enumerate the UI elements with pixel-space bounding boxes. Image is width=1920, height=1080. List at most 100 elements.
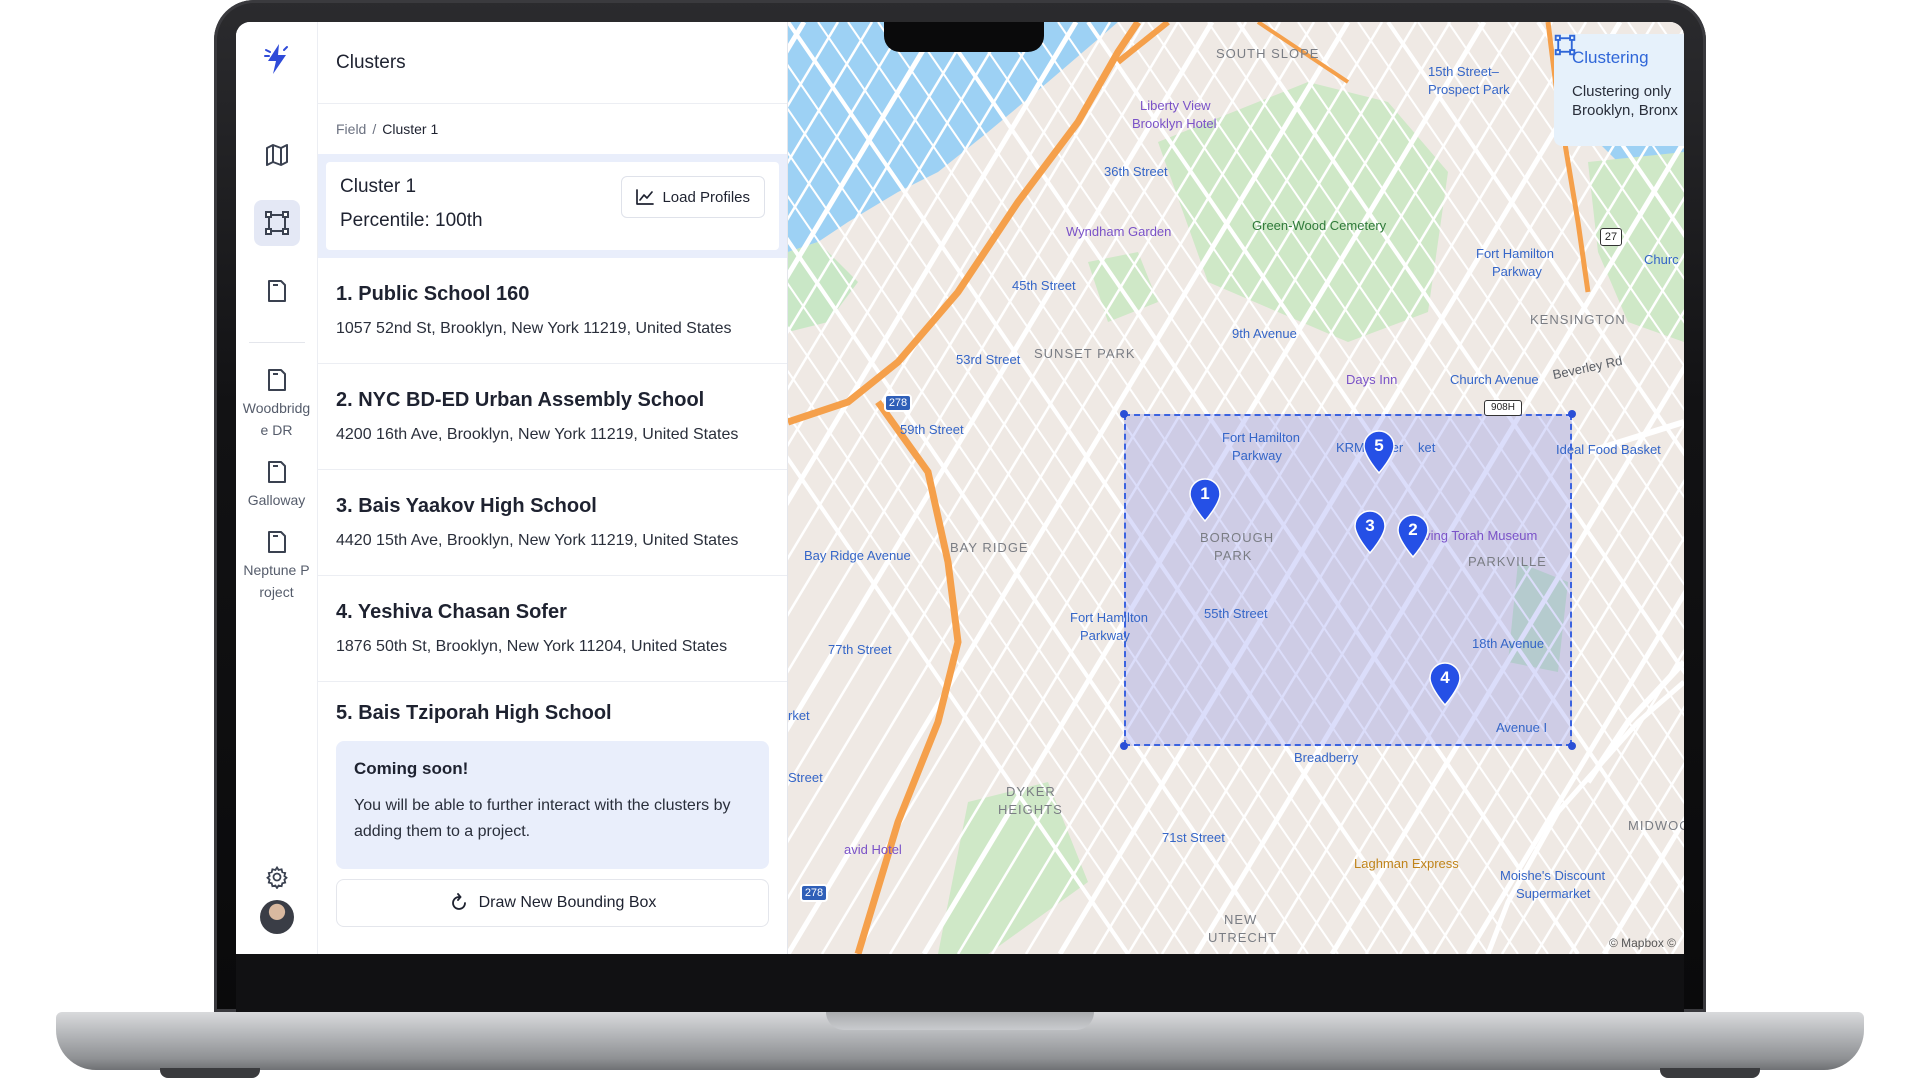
map-label: avid Hotel [844, 842, 902, 857]
map-label: UTRECHT [1208, 930, 1278, 945]
map-label: SUNSET PARK [1034, 346, 1136, 361]
map-label: Days Inn [1346, 372, 1398, 387]
clusters-nav-button[interactable] [253, 200, 300, 246]
map-label: ket [1418, 440, 1436, 455]
school-item[interactable]: 2. NYC BD-ED Urban Assembly School 4200 … [318, 364, 787, 470]
notice-body: You will be able to further interact wit… [354, 797, 731, 840]
map-label: KENSINGTON [1530, 312, 1626, 327]
bbox-handle[interactable] [1120, 742, 1128, 750]
map-pin[interactable]: 4 [1428, 662, 1462, 706]
breadcrumb: Field / Cluster 1 [318, 104, 787, 154]
map-label: Breadberry [1294, 750, 1359, 765]
map-label: Living Torah Museum [1414, 528, 1538, 543]
load-profiles-button[interactable]: Load Profiles [621, 176, 765, 218]
coming-soon-notice: Coming soon! You will be able to further… [336, 741, 769, 869]
cluster-summary: Cluster 1 Percentile: 100th Load Profile… [326, 162, 779, 250]
map-label: Parkway [1492, 264, 1542, 279]
map-view[interactable]: SOUTH SLOPE Liberty View Brooklyn Hotel … [788, 22, 1684, 954]
bbox-handle[interactable] [1568, 742, 1576, 750]
map-label: 15th Street– [1428, 64, 1499, 79]
folder-icon [267, 531, 286, 553]
breadcrumb-root[interactable]: Field [336, 121, 366, 137]
school-name: 2. NYC BD-ED Urban Assembly School [336, 389, 705, 411]
map-label: SOUTH SLOPE [1216, 46, 1320, 61]
map-pin[interactable]: 2 [1396, 514, 1430, 558]
breadcrumb-current: Cluster 1 [382, 121, 439, 137]
school-item[interactable]: 4. Yeshiva Chasan Sofer 1876 50th St, Br… [318, 576, 787, 682]
map-label: Laghman Express [1354, 856, 1459, 871]
map-label: Green-Wood Cemetery [1252, 218, 1387, 233]
camera-notch [884, 22, 1044, 52]
bbox-handle[interactable] [1568, 410, 1576, 418]
map-icon [265, 144, 288, 166]
load-profiles-label: Load Profiles [662, 188, 750, 206]
project-neptune[interactable]: Neptune Project [236, 529, 318, 603]
route-shield: 278 [884, 394, 912, 412]
map-label: Bay Ridge Avenue [804, 548, 911, 563]
cluster-card: Cluster 1 Percentile: 100th Load Profile… [318, 154, 787, 258]
map-label: 59th Street [900, 422, 964, 437]
project-galloway[interactable]: Galloway [236, 459, 318, 511]
screen-bezel [236, 954, 1684, 1012]
lightning-logo-icon [263, 44, 288, 74]
line-chart-icon [636, 189, 655, 205]
school-item[interactable]: 3. Bais Yaakov High School 4420 15th Ave… [318, 470, 787, 576]
school-name: 3. Bais Yaakov High School [336, 495, 597, 517]
map-label: rket [788, 708, 810, 723]
map-nav-button[interactable] [254, 132, 300, 178]
park-area [1088, 252, 1158, 322]
draw-bounding-box-button[interactable]: Draw New Bounding Box [336, 879, 769, 927]
school-item[interactable]: 1. Public School 160 1057 52nd St, Brook… [318, 258, 787, 364]
map-label: HEIGHTS [998, 802, 1063, 817]
map-label: Supermarket [1516, 886, 1591, 901]
map-label: BOROUGH [1200, 530, 1275, 545]
map-label: Fort Hamilton [1222, 430, 1301, 445]
school-address: 1876 50th St, Brooklyn, New York 11204, … [336, 638, 728, 655]
map-label: MIDWOOD [1628, 818, 1684, 833]
map-label: 55th Street [1204, 606, 1268, 621]
school-address: 4200 16th Ave, Brooklyn, New York 11219,… [336, 426, 739, 443]
map-label: Ideal Food Basket [1556, 442, 1661, 457]
map-label: 36th Street [1104, 164, 1168, 179]
app-logo[interactable] [262, 26, 292, 92]
clustering-card[interactable]: Clustering Clustering only Brooklyn, Bro… [1554, 34, 1684, 146]
laptop-foot [1660, 1068, 1760, 1078]
map-label: Liberty View [1140, 98, 1211, 113]
map-pin[interactable]: 5 [1362, 430, 1396, 474]
map-pin[interactable]: 3 [1353, 510, 1387, 554]
project-label: Neptune Project [243, 562, 310, 600]
draw-bounding-box-label: Draw New Bounding Box [478, 894, 657, 911]
folder-nav-button[interactable] [254, 268, 300, 314]
settings-button[interactable] [254, 860, 300, 894]
bbox-handle[interactable] [1120, 410, 1128, 418]
pin-number: 2 [1408, 520, 1418, 539]
map-label: 71st Street [1162, 830, 1225, 845]
school-address: 4420 15th Ave, Brooklyn, New York 11219,… [336, 532, 739, 549]
map-label: Fort Hamilton [1476, 246, 1555, 261]
map-label: 18th Avenue [1472, 636, 1545, 651]
folder-icon [267, 369, 286, 391]
clusters-panel: Clusters Field / Cluster 1 Cluster 1 Per… [318, 22, 788, 954]
map-pin[interactable]: 1 [1188, 478, 1222, 522]
map-label: 77th Street [828, 642, 892, 657]
map-label: Parkway [1080, 628, 1130, 643]
route-shield: 27 [1600, 228, 1622, 246]
laptop-base-lip [826, 1012, 1094, 1030]
bounding-box[interactable] [1124, 414, 1572, 746]
project-woodbridge[interactable]: Woodbridge DR [236, 367, 318, 441]
map-label: Street [788, 770, 823, 785]
school-item[interactable]: 5. Bais Tziporah High School Coming soon… [318, 682, 787, 869]
refresh-icon [451, 893, 466, 910]
avatar[interactable] [259, 900, 294, 934]
pin-number: 4 [1440, 668, 1450, 687]
map-attribution[interactable]: © Mapbox © [1609, 936, 1676, 950]
app-screen: Woodbridge DR Galloway Neptune Project C [236, 22, 1684, 954]
school-address: 1057 52nd St, Brooklyn, New York 11219, … [336, 320, 732, 337]
map-label: Wyndham Garden [1066, 224, 1172, 239]
breadcrumb-separator: / [372, 121, 377, 137]
map-label: 53rd Street [956, 352, 1021, 367]
route-shield: 908H [1484, 400, 1522, 416]
project-label: Galloway [247, 492, 306, 508]
pin-number: 1 [1200, 484, 1210, 503]
clustering-title: Clustering [1554, 34, 1684, 68]
